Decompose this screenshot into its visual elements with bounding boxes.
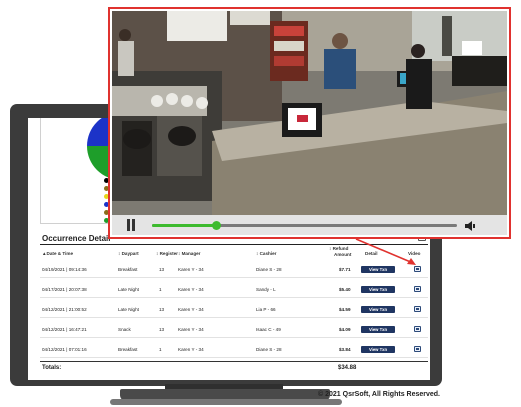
- cell-daypart: Late Night: [118, 307, 139, 312]
- video-camera-icon[interactable]: [414, 266, 421, 272]
- progress-knob[interactable]: [211, 221, 221, 230]
- cell-cashier: Lia P - 66: [256, 307, 276, 312]
- stage: OvBrLuSnDiLa Occurrence Detail ▲Date & T…: [0, 0, 521, 407]
- cell-date: 04/17/2021 | 20:07:38: [42, 287, 87, 292]
- row-divider: [40, 277, 428, 278]
- cell-daypart: Snack: [118, 327, 131, 332]
- cell-register: 1: [159, 347, 162, 352]
- col-header-daypart[interactable]: ↕ Daypart: [118, 251, 139, 257]
- view-txn-button[interactable]: View Txn: [361, 266, 395, 273]
- cell-date: 04/12/2021 | 21:00:52: [42, 307, 87, 312]
- totals-value: $34.88: [338, 365, 357, 371]
- cell-cashier: Diane S - 28: [256, 267, 282, 272]
- row-divider: [40, 297, 428, 298]
- view-txn-button[interactable]: View Txn: [361, 346, 395, 353]
- col-header-refund[interactable]: ↕ Refund: [329, 246, 348, 252]
- pause-icon[interactable]: [126, 219, 136, 231]
- cell-manager: Karen Y - 34: [178, 307, 204, 312]
- cell-amount: $4.09: [339, 327, 351, 332]
- progress-fill: [152, 224, 217, 227]
- cell-date: 04/19/2021 | 09:14:36: [42, 267, 87, 272]
- cell-daypart: Breakfast: [118, 347, 138, 352]
- occurrence-title: Occurrence Detail: [42, 234, 111, 243]
- cell-daypart: Late Night: [118, 287, 139, 292]
- video-camera-icon[interactable]: [414, 326, 421, 332]
- row-divider: [40, 317, 428, 318]
- col-header-detail: Detail: [365, 251, 378, 256]
- totals-divider: [40, 361, 428, 362]
- progress-track[interactable]: [152, 221, 457, 230]
- title-divider: [40, 244, 428, 245]
- col-header-date[interactable]: ▲Date & Time: [42, 251, 73, 257]
- copyright: © 2021 QsrSoft, All Rights Reserved.: [318, 391, 440, 398]
- cell-manager: Karen Y - 34: [178, 347, 204, 352]
- cell-manager: Karen Y - 34: [178, 287, 204, 292]
- view-txn-button[interactable]: View Txn: [361, 326, 395, 333]
- col-header-amount: Amount: [334, 252, 352, 257]
- video-camera-icon[interactable]: [414, 286, 421, 292]
- view-txn-button[interactable]: View Txn: [361, 286, 395, 293]
- col-header-manager[interactable]: ↕ Manager: [178, 251, 200, 257]
- cell-cashier: Isaac C - 49: [256, 327, 281, 332]
- volume-icon[interactable]: [464, 219, 478, 231]
- col-header-register[interactable]: ↕ Register: [156, 251, 178, 257]
- video-frame-image: [112, 11, 507, 215]
- cell-amount: $5.40: [339, 287, 351, 292]
- cell-register: 13: [159, 267, 165, 272]
- video-camera-icon[interactable]: [414, 346, 421, 352]
- video-camera-icon[interactable]: [414, 306, 421, 312]
- cell-amount: $3.84: [339, 347, 351, 352]
- cell-date: 04/12/2021 | 16:47:21: [42, 327, 87, 332]
- cell-amount: $4.59: [339, 307, 351, 312]
- cell-manager: Karen Y - 34: [178, 327, 204, 332]
- cell-daypart: Breakfast: [118, 267, 138, 272]
- cell-manager: Karen Y - 34: [178, 267, 204, 272]
- col-header-cashier[interactable]: ↕ Cashier: [256, 251, 276, 257]
- col-header-video: Video: [408, 251, 421, 256]
- player-controls: [112, 215, 507, 235]
- cell-register: 13: [159, 307, 165, 312]
- cell-amount: $7.71: [339, 267, 351, 272]
- cell-register: 13: [159, 327, 165, 332]
- monitor-foot: [110, 399, 342, 405]
- video-popup: [108, 7, 511, 239]
- row-divider: [40, 337, 428, 338]
- cell-cashier: Diane S - 28: [256, 347, 282, 352]
- cell-date: 04/12/2021 | 07:01:16: [42, 347, 87, 352]
- cell-cashier: Sandy - L: [256, 287, 276, 292]
- view-txn-button[interactable]: View Txn: [361, 306, 395, 313]
- cell-register: 1: [159, 287, 162, 292]
- totals-label: Totals:: [42, 365, 62, 371]
- row-divider: [40, 357, 428, 358]
